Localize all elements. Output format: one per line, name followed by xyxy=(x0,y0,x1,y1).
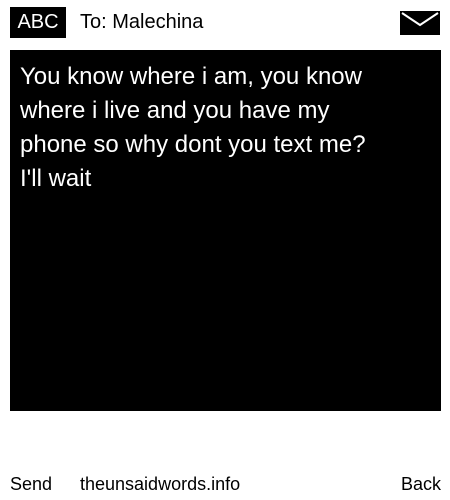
send-button[interactable]: Send xyxy=(10,470,52,498)
recipient-label: To: Malechina xyxy=(80,11,204,33)
message-compose-area[interactable]: You know where i am, you know where i li… xyxy=(10,50,441,411)
message-text: You know where i am, you know where i li… xyxy=(20,63,366,192)
header-bar: ABC To: Malechina xyxy=(0,0,450,44)
softkey-bar: Send theunsaidwords.info Back xyxy=(0,470,450,500)
site-label: theunsaidwords.info xyxy=(80,474,241,494)
envelope-icon xyxy=(399,10,441,36)
back-button[interactable]: Back xyxy=(401,470,441,498)
input-mode-badge[interactable]: ABC xyxy=(10,7,66,38)
